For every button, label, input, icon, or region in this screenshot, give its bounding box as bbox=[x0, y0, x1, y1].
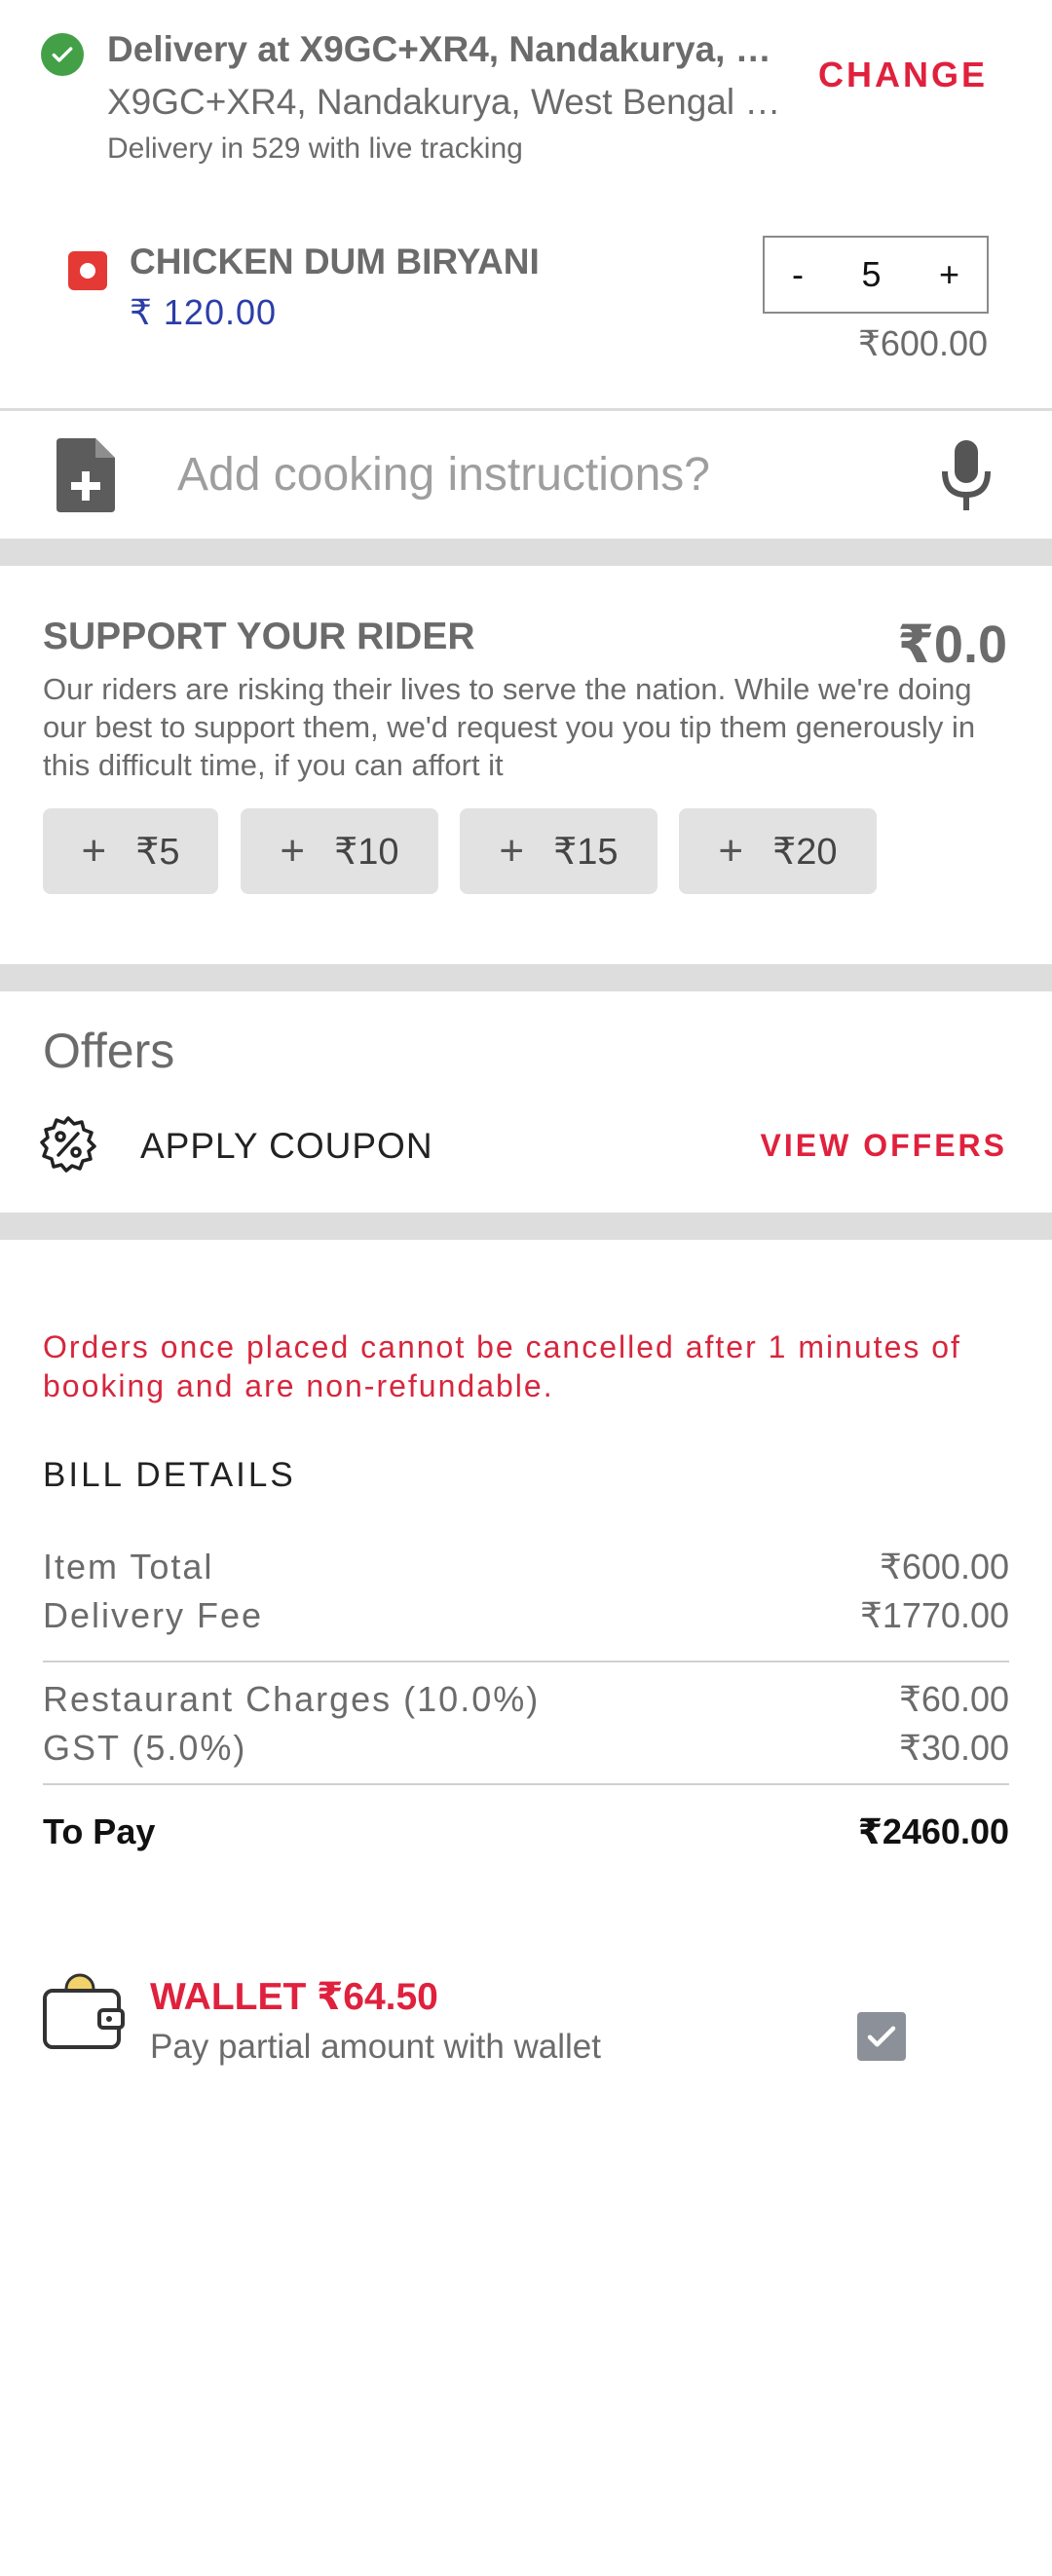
divider bbox=[0, 408, 1052, 411]
change-address-button[interactable]: CHANGE bbox=[818, 55, 988, 95]
bill-label: Delivery Fee bbox=[43, 1595, 264, 1635]
wallet-icon bbox=[43, 1973, 125, 2049]
nonveg-indicator-icon bbox=[68, 251, 107, 290]
cancellation-notice: Orders once placed cannot be cancelled a… bbox=[43, 1329, 961, 1403]
support-rider-description: Our riders are risking their lives to se… bbox=[43, 672, 976, 782]
bill-row-restaurant-charges: Restaurant Charges (10.0%) ₹60.00 bbox=[43, 1679, 1009, 1720]
tip-5-button[interactable]: + ₹5 bbox=[43, 808, 218, 894]
tip-label: ₹10 bbox=[334, 831, 399, 873]
checkmark-icon bbox=[867, 2026, 896, 2047]
to-pay-label: To Pay bbox=[43, 1811, 156, 1851]
increase-quantity-button[interactable]: + bbox=[939, 254, 959, 295]
bill-label: Restaurant Charges (10.0%) bbox=[43, 1679, 541, 1719]
plus-icon: + bbox=[499, 827, 525, 875]
plus-icon: + bbox=[81, 827, 107, 875]
add-note-icon[interactable] bbox=[55, 438, 117, 512]
tip-label: ₹5 bbox=[135, 831, 180, 873]
quantity-stepper: - 5 + bbox=[763, 236, 989, 314]
view-offers-button[interactable]: VIEW OFFERS bbox=[761, 1128, 1007, 1164]
quantity-value: 5 bbox=[861, 254, 882, 294]
apply-coupon-link[interactable]: APPLY COUPON bbox=[140, 1126, 433, 1167]
tip-label: ₹15 bbox=[553, 831, 619, 873]
delivery-address-line: X9GC+XR4, Nandakurya, West Bengal 713424… bbox=[107, 82, 789, 122]
to-pay-value: ₹2460.00 bbox=[857, 1811, 1009, 1851]
cooking-instructions-input[interactable] bbox=[177, 438, 898, 510]
tip-label: ₹20 bbox=[772, 831, 838, 873]
item-total-price: ₹600.00 bbox=[857, 323, 988, 363]
bill-value: ₹30.00 bbox=[899, 1728, 1009, 1768]
tip-10-button[interactable]: + ₹10 bbox=[241, 808, 438, 894]
section-divider bbox=[0, 964, 1052, 991]
item-price: ₹ 120.00 bbox=[130, 292, 278, 332]
tip-15-button[interactable]: + ₹15 bbox=[460, 808, 658, 894]
bill-value: ₹600.00 bbox=[879, 1547, 1009, 1587]
bill-label: GST (5.0%) bbox=[43, 1728, 247, 1768]
wallet-description: Pay partial amount with wallet bbox=[150, 2028, 601, 2066]
use-wallet-checkbox[interactable] bbox=[857, 2012, 906, 2061]
bill-row-gst: GST (5.0%) ₹30.00 bbox=[43, 1728, 1009, 1769]
to-pay-row: To Pay ₹2460.00 bbox=[43, 1811, 1009, 1852]
coupon-icon bbox=[40, 1116, 96, 1173]
bill-label: Item Total bbox=[43, 1547, 214, 1587]
rider-tip-amount: ₹0.0 bbox=[897, 616, 1007, 674]
decrease-quantity-button[interactable]: - bbox=[792, 254, 804, 295]
microphone-icon[interactable] bbox=[935, 438, 997, 512]
plus-icon: + bbox=[718, 827, 744, 875]
section-divider bbox=[0, 539, 1052, 566]
delivery-address-section: Delivery at X9GC+XR4, Nandakurya, West B… bbox=[0, 0, 1052, 175]
bill-value: ₹1770.00 bbox=[859, 1595, 1009, 1635]
divider bbox=[43, 1661, 1009, 1662]
delivery-address-title: Delivery at X9GC+XR4, Nandakurya, West B… bbox=[107, 29, 789, 69]
check-circle-icon bbox=[41, 33, 84, 76]
bill-row-item-total: Item Total ₹600.00 bbox=[43, 1547, 1009, 1587]
plus-icon: + bbox=[280, 827, 306, 875]
item-name: CHICKEN DUM BIRYANI bbox=[130, 242, 540, 281]
wallet-balance: WALLET ₹64.50 bbox=[150, 1976, 438, 2018]
delivery-eta: Delivery in 529 with live tracking bbox=[107, 132, 523, 165]
bill-details-title: BILL DETAILS bbox=[43, 1456, 296, 1494]
support-rider-title: SUPPORT YOUR RIDER bbox=[43, 616, 475, 657]
bill-value: ₹60.00 bbox=[899, 1679, 1009, 1719]
bill-row-delivery-fee: Delivery Fee ₹1770.00 bbox=[43, 1595, 1009, 1636]
section-divider bbox=[0, 1213, 1052, 1240]
tip-20-button[interactable]: + ₹20 bbox=[679, 808, 877, 894]
offers-title: Offers bbox=[43, 1024, 175, 1078]
divider bbox=[43, 1783, 1009, 1785]
